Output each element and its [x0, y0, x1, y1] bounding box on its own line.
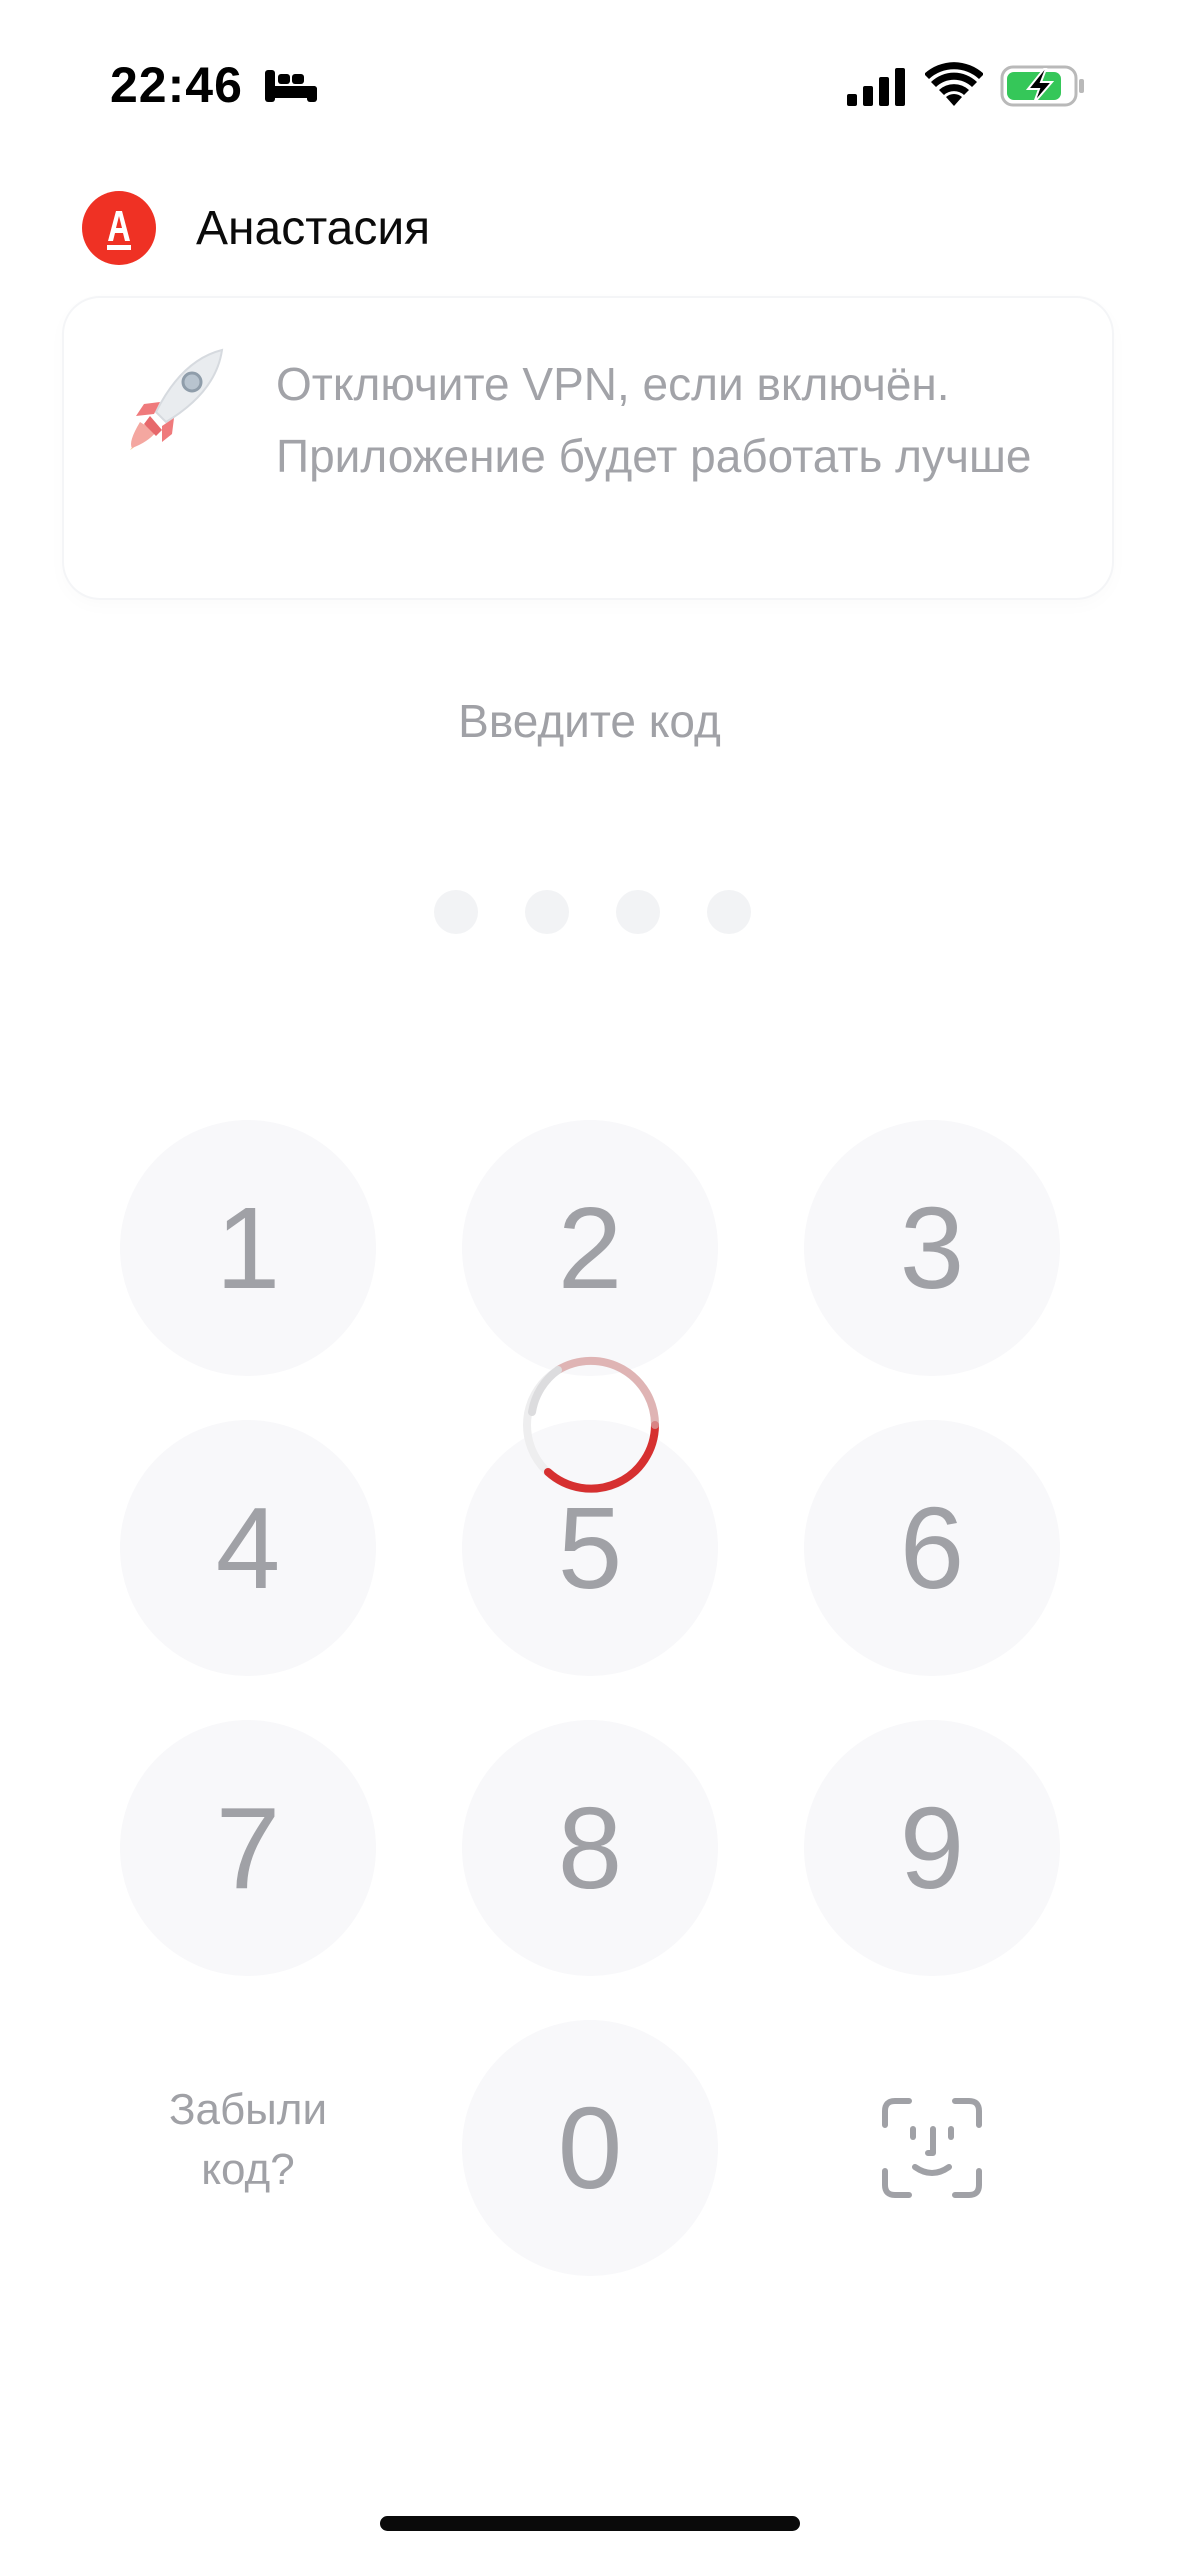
face-id-button[interactable] [804, 2020, 1060, 2276]
enter-code-prompt: Введите код [458, 695, 721, 747]
forgot-code-button[interactable]: Забыли код? [120, 2080, 376, 2200]
home-indicator[interactable] [380, 2516, 800, 2531]
key-9[interactable]: 9 [804, 1720, 1060, 1976]
account-header: Анастасия [82, 188, 430, 268]
user-name: Анастасия [196, 201, 431, 255]
forgot-code-label-line1: Забыли [168, 2085, 328, 2134]
wifi-icon [925, 62, 983, 106]
vpn-warning-banner: Отключите VPN, если включён. Приложение … [64, 298, 1112, 598]
key-4[interactable]: 4 [120, 1420, 376, 1676]
key-1[interactable]: 1 [120, 1120, 376, 1376]
alfa-bank-logo [82, 191, 156, 265]
pin-dot [616, 890, 660, 934]
cellular-signal-icon [847, 68, 905, 106]
face-id-icon [882, 2098, 982, 2198]
battery-charging-icon [1000, 65, 1084, 107]
sleep-focus-icon [265, 70, 317, 102]
rocket-icon [130, 348, 224, 450]
loading-spinner [523, 1356, 660, 1493]
alfa-letter-icon [107, 211, 131, 250]
forgot-code-label-line2: код? [201, 2145, 295, 2194]
pin-dot [707, 890, 751, 934]
key-8[interactable]: 8 [462, 1720, 718, 1976]
vpn-warning-text: Отключите VPN, если включён. Приложение … [276, 358, 1032, 482]
pin-dot [525, 890, 569, 934]
status-bar: 22:46 [0, 0, 1179, 170]
status-time: 22:46 [110, 57, 243, 113]
pin-indicator [434, 890, 754, 934]
key-6[interactable]: 6 [804, 1420, 1060, 1676]
pin-dot [434, 890, 478, 934]
key-0[interactable]: 0 [462, 2020, 718, 2276]
key-2[interactable]: 2 [462, 1120, 718, 1376]
key-3[interactable]: 3 [804, 1120, 1060, 1376]
key-7[interactable]: 7 [120, 1720, 376, 1976]
